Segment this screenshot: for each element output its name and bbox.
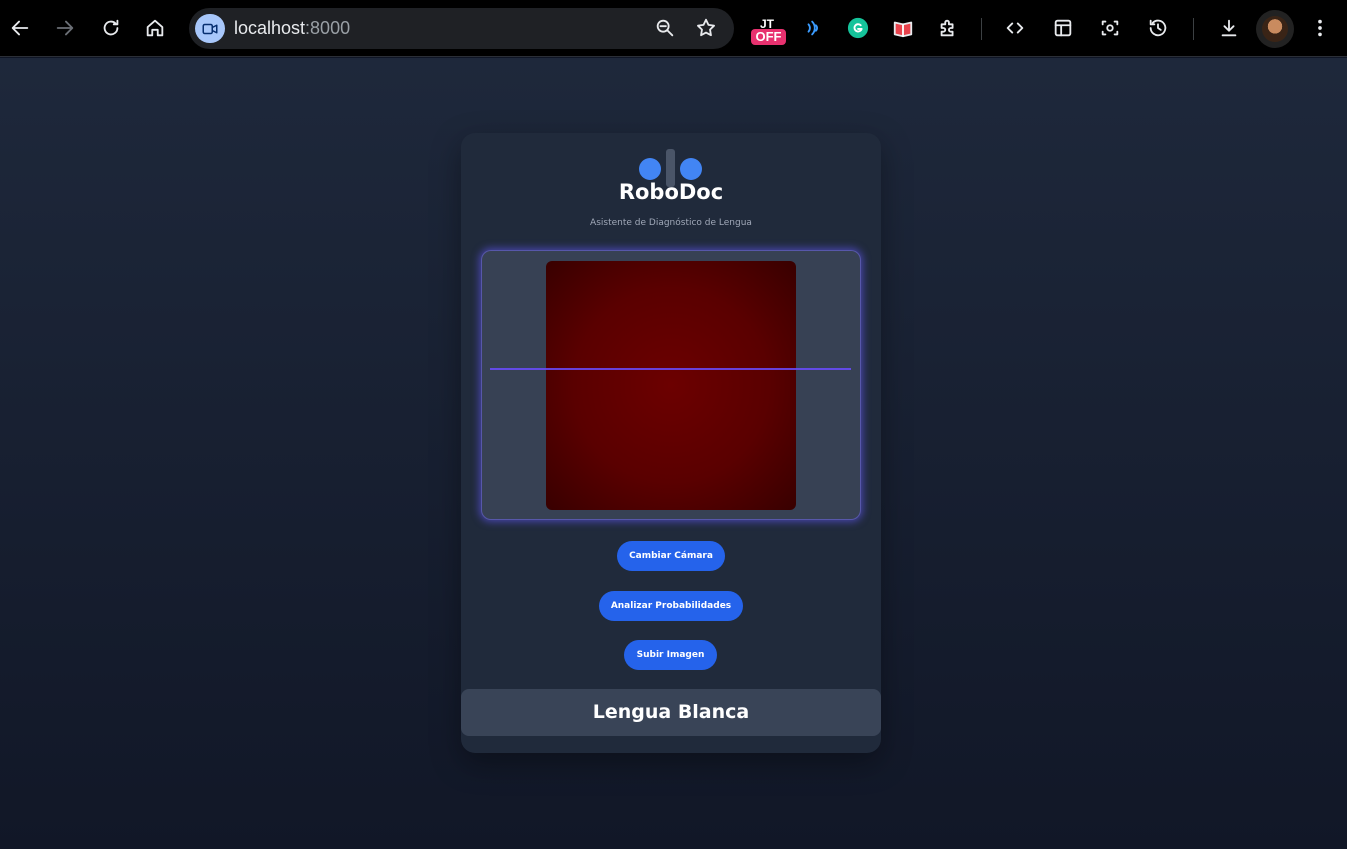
- download-icon[interactable]: [1217, 16, 1241, 40]
- robot-eye-left: [639, 158, 661, 180]
- page-viewport: RoboDoc Asistente de Diagnóstico de Leng…: [0, 58, 1347, 849]
- puzzle-icon[interactable]: [936, 16, 960, 40]
- scan-line: [490, 368, 851, 370]
- browser-toolbar: localhost:8000 JT OFF: [0, 0, 1347, 57]
- wireless-icon[interactable]: [802, 16, 826, 40]
- camera-frame: [481, 250, 861, 520]
- extension-badge-bottom: OFF: [751, 29, 786, 45]
- extension-off-icon[interactable]: JT OFF: [750, 15, 786, 45]
- code-icon[interactable]: [1003, 16, 1027, 40]
- forward-icon[interactable]: [53, 16, 77, 40]
- layout-icon[interactable]: [1051, 16, 1075, 40]
- app-title: RoboDoc: [618, 180, 724, 204]
- robot-logo-icon: [639, 141, 703, 187]
- diagnosis-result: Lengua Blanca: [461, 689, 881, 736]
- avatar-photo: [1262, 16, 1288, 42]
- reload-icon[interactable]: [99, 16, 123, 40]
- url-host: localhost: [234, 18, 306, 38]
- robodoc-card: RoboDoc Asistente de Diagnóstico de Leng…: [461, 133, 881, 753]
- toolbar-separator: [981, 18, 982, 40]
- back-icon[interactable]: [8, 16, 32, 40]
- analyze-button[interactable]: Analizar Probabilidades: [599, 591, 743, 621]
- star-icon[interactable]: [694, 16, 718, 40]
- switch-camera-button[interactable]: Cambiar Cámara: [617, 541, 725, 571]
- robot-eye-right: [680, 158, 702, 180]
- address-bar[interactable]: localhost:8000: [189, 8, 734, 49]
- zoom-icon[interactable]: [653, 16, 677, 40]
- avatar[interactable]: [1256, 10, 1294, 48]
- reader-icon[interactable]: [891, 16, 915, 40]
- upload-image-button[interactable]: Subir Imagen: [624, 640, 717, 670]
- camera-site-icon[interactable]: [195, 14, 225, 43]
- home-icon[interactable]: [143, 16, 167, 40]
- url-text: localhost:8000: [234, 18, 350, 39]
- grammarly-icon[interactable]: [846, 16, 870, 40]
- camera-video: [546, 261, 796, 510]
- app-subtitle: Asistente de Diagnóstico de Lengua: [590, 218, 752, 228]
- toolbar-separator: [1193, 18, 1194, 40]
- url-port: :8000: [305, 18, 351, 38]
- menu-icon[interactable]: [1308, 16, 1332, 40]
- screenshot-icon[interactable]: [1098, 16, 1122, 40]
- history-icon[interactable]: [1146, 16, 1170, 40]
